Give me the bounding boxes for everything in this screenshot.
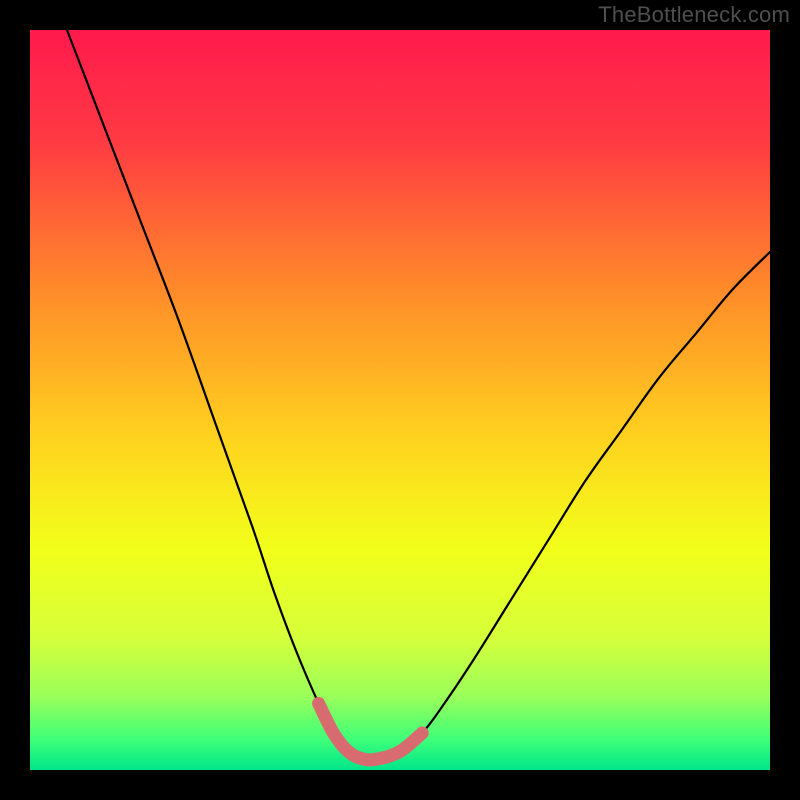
gradient-background — [30, 30, 770, 770]
bottleneck-plot — [30, 30, 770, 770]
plot-svg — [30, 30, 770, 770]
watermark-text: TheBottleneck.com — [598, 2, 790, 28]
chart-frame: TheBottleneck.com — [0, 0, 800, 800]
